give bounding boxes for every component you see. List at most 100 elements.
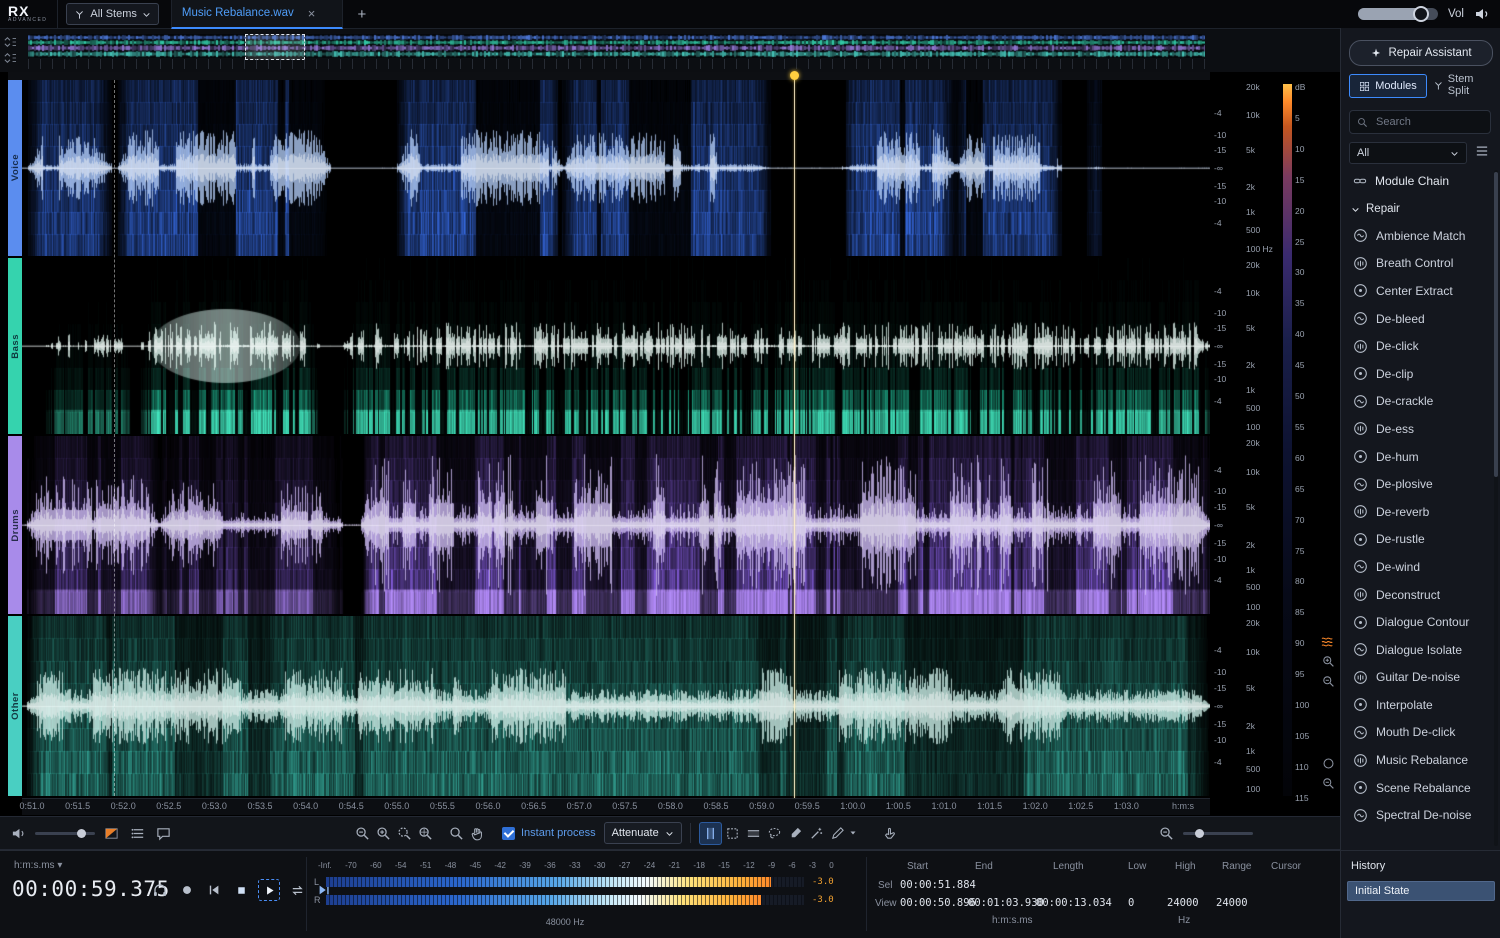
playhead-marker[interactable] — [790, 71, 799, 80]
module-item-dialogue-isolate[interactable]: Dialogue Isolate — [1345, 636, 1493, 664]
menu-icon[interactable] — [1475, 145, 1489, 157]
process-mode-select[interactable]: Attenuate — [604, 822, 682, 844]
time-frequency-selection-tool[interactable] — [722, 823, 743, 844]
module-item-guitar-de-noise[interactable]: Guitar De-noise — [1345, 664, 1493, 692]
time-format-select[interactable]: h:m:s.ms ▾ — [14, 860, 62, 871]
horizontal-zoom-slider[interactable] — [1183, 832, 1253, 835]
module-item-music-rebalance[interactable]: Music Rebalance — [1345, 746, 1493, 774]
module-item-de-rustle[interactable]: De-rustle — [1345, 526, 1493, 554]
module-item-de-crackle[interactable]: De-crackle — [1345, 388, 1493, 416]
magnifier-tool-icon[interactable] — [446, 823, 467, 844]
module-chain-item[interactable]: Module Chain — [1345, 168, 1497, 194]
horizontal-zoom-knob[interactable] — [1195, 829, 1204, 838]
tab-music-rebalance[interactable]: Music Rebalance.wav × — [171, 0, 343, 29]
horizontal-zoom-out-icon[interactable] — [1156, 823, 1177, 844]
zoom-out-corner-icon[interactable] — [1322, 777, 1335, 790]
module-item-de-clip[interactable]: De-clip — [1345, 360, 1493, 388]
zoom-in-icon[interactable] — [373, 823, 394, 844]
monitor-speaker-icon[interactable] — [8, 823, 29, 844]
timeline-ruler[interactable]: h:m:s 0:51.00:51.50:52.00:52.50:53.00:53… — [22, 798, 1210, 815]
sidebar-scrollbar[interactable] — [1494, 170, 1498, 846]
event-list-icon[interactable] — [128, 823, 149, 844]
tool-options-caret-icon[interactable] — [849, 829, 857, 837]
level-meter-right[interactable] — [326, 895, 804, 905]
overview-toggle-top-icon[interactable] — [3, 36, 17, 48]
module-item-deconstruct[interactable]: Deconstruct — [1345, 581, 1493, 609]
loop-button[interactable] — [287, 880, 307, 900]
module-item-de-bleed[interactable]: De-bleed — [1345, 305, 1493, 333]
zoom-fit-icon[interactable] — [415, 823, 436, 844]
sidebar-scrollbar-thumb[interactable] — [1494, 172, 1498, 477]
lasso-selection-tool[interactable] — [764, 823, 785, 844]
vertical-zoom-out-icon[interactable] — [1322, 675, 1335, 688]
stem-split-button[interactable]: Stem Split — [1433, 74, 1497, 96]
repair-section-header[interactable]: Repair — [1345, 198, 1497, 220]
go-to-start-button[interactable] — [204, 880, 224, 900]
zoom-selection-icon[interactable] — [394, 823, 415, 844]
amplitude-colorbar[interactable] — [1283, 84, 1292, 796]
track-label-drums[interactable]: Drums — [8, 436, 22, 614]
zoom-out-icon[interactable] — [352, 823, 373, 844]
hand-grab-tool-icon[interactable] — [467, 823, 488, 844]
monitor-volume-knob[interactable] — [77, 829, 86, 838]
module-item-mouth-de-click[interactable]: Mouth De-click — [1345, 719, 1493, 747]
module-item-de-hum[interactable]: De-hum — [1345, 443, 1493, 471]
repair-assistant-button[interactable]: Repair Assistant — [1349, 40, 1493, 66]
module-item-de-plosive[interactable]: De-plosive — [1345, 470, 1493, 498]
spectrogram-voice[interactable] — [22, 80, 1210, 256]
play-button[interactable] — [258, 879, 280, 901]
playhead-line[interactable] — [794, 76, 795, 798]
spectrogram-other[interactable] — [22, 616, 1210, 796]
module-search[interactable] — [1349, 110, 1491, 134]
module-item-de-click[interactable]: De-click — [1345, 332, 1493, 360]
track-label-bass[interactable]: Bass — [8, 258, 22, 434]
instant-process-checkbox[interactable] — [502, 827, 515, 840]
history-item[interactable]: Initial State — [1347, 881, 1495, 901]
spectrogram-bass[interactable] — [22, 258, 1210, 434]
modules-toggle-button[interactable]: Modules — [1349, 74, 1427, 98]
new-tab-button[interactable]: + — [353, 6, 371, 23]
module-item-de-wind[interactable]: De-wind — [1345, 553, 1493, 581]
track-label-voice[interactable]: Voice — [8, 80, 22, 256]
brush-selection-tool[interactable] — [785, 823, 806, 844]
amp-scale-bass: -4-10-15-∞-15-10-4 — [1214, 258, 1240, 434]
module-item-de-reverb[interactable]: De-reverb — [1345, 498, 1493, 526]
volume-slider-knob[interactable] — [1413, 6, 1429, 22]
overview-selection-region[interactable] — [245, 34, 305, 60]
module-item-spectral-de-noise[interactable]: Spectral De-noise — [1345, 801, 1493, 829]
monitor-headphones-button[interactable] — [150, 880, 170, 900]
vertical-zoom-in-icon[interactable] — [1322, 655, 1335, 668]
record-button[interactable] — [177, 880, 197, 900]
finger-edit-tool[interactable] — [879, 823, 900, 844]
stems-dropdown[interactable]: All Stems — [66, 3, 158, 25]
time-selection-tool[interactable] — [699, 822, 722, 845]
level-meter-left[interactable] — [326, 877, 804, 887]
module-item-de-ess[interactable]: De-ess — [1345, 415, 1493, 443]
colorbar-tick: 60 — [1295, 453, 1304, 463]
volume-slider[interactable] — [1358, 8, 1438, 20]
output-speaker-icon[interactable] — [1474, 6, 1490, 22]
category-filter-select[interactable]: All — [1349, 142, 1467, 164]
spectrogram-settings-icon[interactable] — [1321, 636, 1335, 648]
track-label-other[interactable]: Other — [8, 616, 22, 796]
draw-tool[interactable] — [827, 823, 848, 844]
module-item-center-extract[interactable]: Center Extract — [1345, 277, 1493, 305]
stop-button[interactable] — [231, 880, 251, 900]
frequency-selection-tool[interactable] — [743, 823, 764, 844]
spectrogram-waveform-blend-icon[interactable] — [101, 823, 122, 844]
playhead-strip[interactable] — [8, 72, 1210, 80]
module-item-ambience-match[interactable]: Ambience Match — [1345, 222, 1493, 250]
tab-close-icon[interactable]: × — [308, 6, 316, 21]
module-item-interpolate[interactable]: Interpolate — [1345, 691, 1493, 719]
module-item-dialogue-contour[interactable]: Dialogue Contour — [1345, 608, 1493, 636]
module-item-breath-control[interactable]: Breath Control — [1345, 250, 1493, 278]
search-input[interactable] — [1374, 115, 1483, 129]
zoom-reset-icon[interactable] — [1322, 757, 1335, 770]
spectrogram-drums[interactable] — [22, 436, 1210, 614]
overview-toggle-bottom-icon[interactable] — [3, 52, 17, 64]
module-item-scene-rebalance[interactable]: Scene Rebalance — [1345, 774, 1493, 802]
overview-waveform[interactable] — [28, 34, 1205, 58]
magic-wand-tool[interactable] — [806, 823, 827, 844]
comments-icon[interactable] — [153, 823, 174, 844]
monitor-volume-slider[interactable] — [35, 832, 95, 835]
